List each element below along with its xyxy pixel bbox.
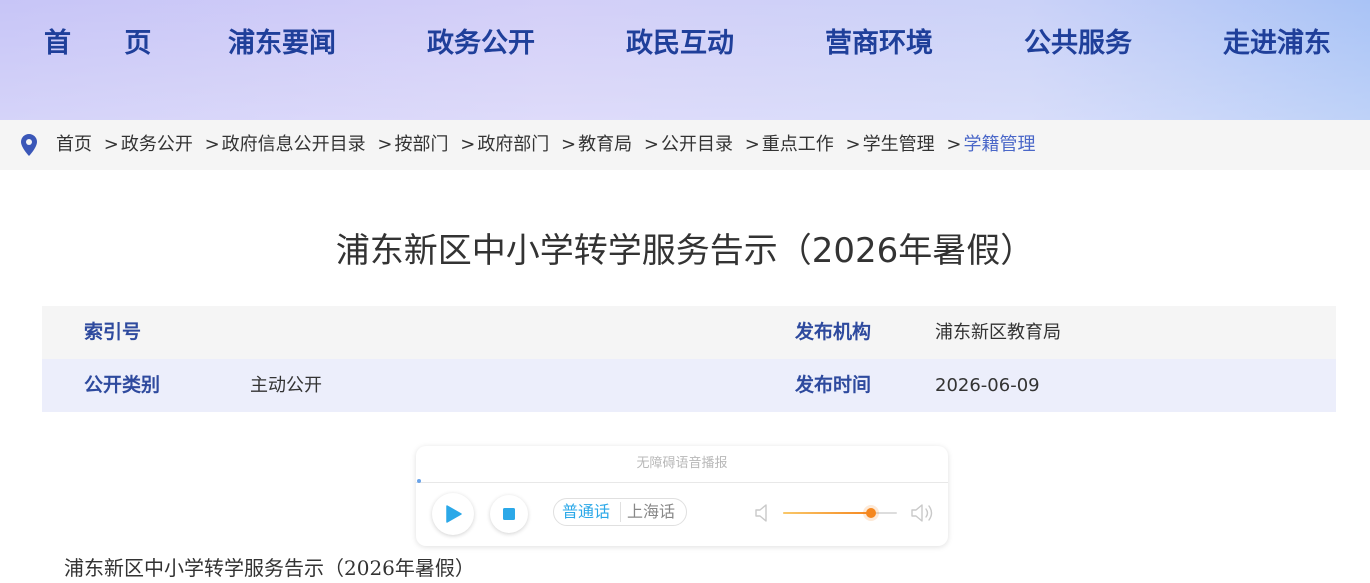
- category-value: 主动公开: [250, 375, 322, 396]
- meta-info-table: 索引号 发布机构 浦东新区教育局 公开类别 主动公开 发布时间 2026-06-…: [42, 306, 1336, 412]
- index-label: 索引号: [84, 321, 142, 343]
- publish-date-value: 2026-06-09: [935, 375, 1040, 396]
- breadcrumb-item-education-bureau[interactable]: 教育局: [578, 134, 632, 155]
- breadcrumb-item-key-work[interactable]: 重点工作: [762, 134, 834, 155]
- breadcrumb-separator: >: [377, 134, 393, 155]
- meta-row: 公开类别 主动公开 发布时间 2026-06-09: [42, 359, 1336, 412]
- audio-player: 无障碍语音播报 普通话 上海话: [416, 446, 948, 546]
- breadcrumb-item-info-catalog[interactable]: 政府信息公开目录: [222, 134, 366, 155]
- breadcrumb-item-public-catalog[interactable]: 公开目录: [661, 134, 733, 155]
- article-body-first-line: 浦东新区中小学转学服务告示（2026年暑假）: [64, 556, 475, 580]
- breadcrumb-separator: >: [946, 134, 962, 155]
- breadcrumb-item-gov-affairs[interactable]: 政务公开: [121, 134, 193, 155]
- breadcrumb-separator: >: [744, 134, 760, 155]
- breadcrumb-separator: >: [561, 134, 577, 155]
- lang-shanghainese-button[interactable]: 上海话: [627, 499, 675, 525]
- stop-button[interactable]: [490, 495, 528, 533]
- nav-item-gov-affairs[interactable]: 政务公开: [427, 24, 535, 64]
- meta-row: 索引号 发布机构 浦东新区教育局: [42, 306, 1336, 359]
- top-navigation: 首 页 浦东要闻 政务公开 政民互动 营商环境 公共服务 走进浦东: [0, 0, 1370, 120]
- publisher-value: 浦东新区教育局: [935, 322, 1061, 343]
- nav-item-business-env[interactable]: 营商环境: [825, 24, 933, 64]
- play-button[interactable]: [432, 493, 474, 535]
- location-pin-icon: [21, 134, 37, 156]
- playback-progress[interactable]: [417, 479, 421, 483]
- nav-item-interaction[interactable]: 政民互动: [626, 24, 734, 64]
- volume-fill: [783, 512, 871, 514]
- language-switch: 普通话 上海话: [553, 498, 687, 526]
- publisher-label: 发布机构: [795, 321, 872, 343]
- nav-item-about-pudong[interactable]: 走进浦东: [1223, 24, 1331, 64]
- volume-low-icon[interactable]: [754, 502, 770, 524]
- volume-slider[interactable]: [783, 508, 897, 518]
- breadcrumb-separator: >: [460, 134, 476, 155]
- breadcrumb-item-gov-departments[interactable]: 政府部门: [477, 134, 549, 155]
- breadcrumb-separator: >: [204, 134, 220, 155]
- nav-item-pudong-news[interactable]: 浦东要闻: [228, 24, 336, 64]
- breadcrumb-item-student-status[interactable]: 学籍管理: [963, 134, 1035, 155]
- breadcrumb-item-student-management[interactable]: 学生管理: [863, 134, 935, 155]
- stop-icon: [503, 508, 515, 520]
- breadcrumb-item-home[interactable]: 首页: [56, 134, 92, 155]
- breadcrumb-item-by-department[interactable]: 按部门: [394, 134, 448, 155]
- volume-knob[interactable]: [865, 508, 876, 518]
- breadcrumb-separator: >: [103, 134, 119, 155]
- category-label: 公开类别: [84, 374, 161, 396]
- volume-high-icon[interactable]: [910, 502, 936, 524]
- breadcrumb: 首页 > 政务公开 > 政府信息公开目录 > 按部门 > 政府部门 > 教育局 > 公开目录…: [56, 120, 1035, 170]
- breadcrumb-bar: 首页 > 政务公开 > 政府信息公开目录 > 按部门 > 政府部门 > 教育局 > 公开目录…: [0, 120, 1370, 170]
- nav-item-home[interactable]: 首 页: [44, 24, 173, 64]
- publish-date-label: 发布时间: [795, 374, 872, 396]
- breadcrumb-separator: >: [845, 134, 861, 155]
- breadcrumb-separator: >: [643, 134, 659, 155]
- player-header: 无障碍语音播报: [416, 446, 948, 483]
- lang-divider: [620, 502, 621, 522]
- nav-item-public-services[interactable]: 公共服务: [1024, 24, 1132, 64]
- page-title: 浦东新区中小学转学服务告示（2026年暑假）: [335, 231, 1035, 271]
- lang-mandarin-button[interactable]: 普通话: [562, 499, 610, 525]
- play-icon: [446, 505, 462, 523]
